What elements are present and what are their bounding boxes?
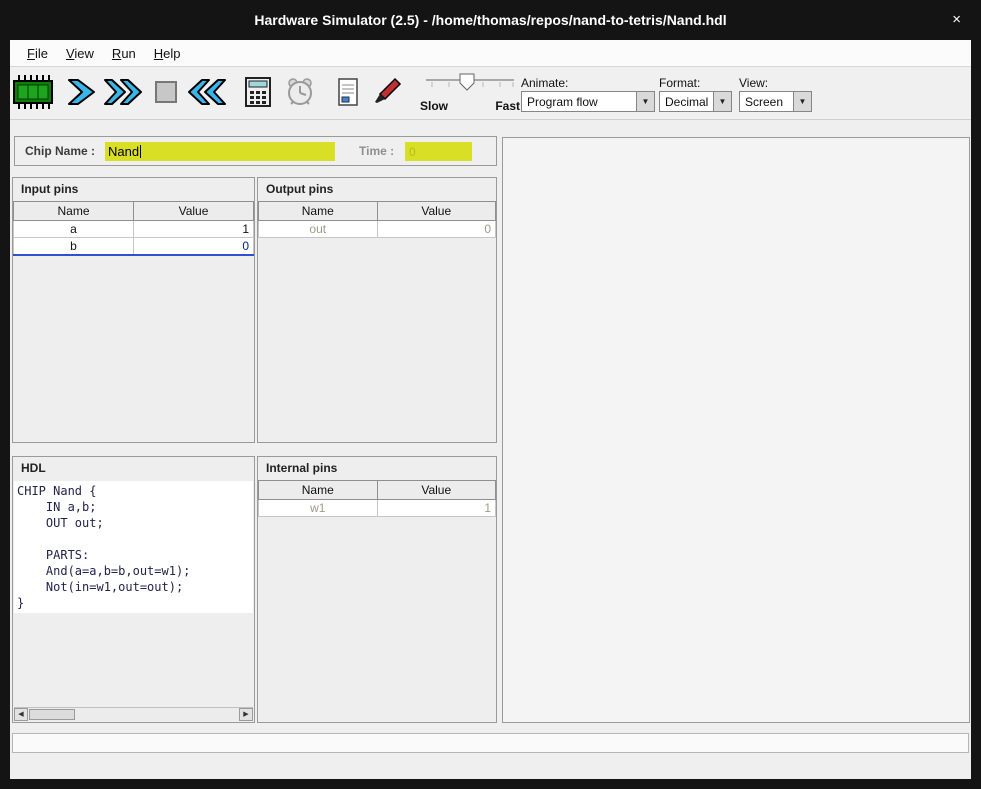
output-pins-title: Output pins <box>258 178 496 201</box>
fast-forward-button[interactable] <box>102 73 144 115</box>
internal-pins-title: Internal pins <box>258 457 496 480</box>
pin-name: a <box>14 221 134 238</box>
load-chip-icon <box>12 74 54 115</box>
table-row: out 0 <box>259 221 496 238</box>
output-pins-panel: Output pins Name Value out 0 <box>257 177 497 443</box>
chevron-down-icon[interactable]: ▼ <box>636 92 654 111</box>
pin-name: w1 <box>259 500 378 517</box>
toolbar: Slow Fast Animate: Program flow ▼ Format… <box>10 68 971 120</box>
time-display: 0 <box>405 142 472 161</box>
hdl-panel: HDL CHIP Nand { IN a,b; OUT out; PARTS: … <box>12 456 255 723</box>
menu-view[interactable]: View <box>57 42 103 65</box>
table-row: b 0 <box>14 238 254 255</box>
menu-run[interactable]: Run <box>103 42 145 65</box>
text-caret <box>140 145 141 158</box>
view-value: Screen <box>745 95 791 109</box>
column-header-name: Name <box>259 202 378 221</box>
input-pins-table: Name Value a 1 b 0 <box>13 201 254 256</box>
clock-button[interactable] <box>279 73 321 115</box>
pin-value: 0 <box>377 221 496 238</box>
menu-bar: File View Run Help <box>10 40 971 67</box>
chevron-down-icon[interactable]: ▼ <box>713 92 731 111</box>
output-pins-table: Name Value out 0 <box>258 201 496 238</box>
column-header-value: Value <box>377 202 496 221</box>
status-bar <box>12 733 969 753</box>
view-label: View: <box>739 76 768 90</box>
input-pins-title: Input pins <box>13 178 254 201</box>
chip-name-bar: Chip Name : Nand Time : 0 <box>14 136 497 166</box>
format-dropdown[interactable]: Decimal ▼ <box>659 91 732 112</box>
stop-icon <box>153 79 179 110</box>
fast-label: Fast <box>495 99 520 113</box>
speed-slider[interactable]: Slow Fast <box>416 71 522 117</box>
animate-label: Animate: <box>521 76 568 90</box>
content-area: File View Run Help <box>10 40 971 779</box>
pin-value: 1 <box>377 500 496 517</box>
input-pins-panel: Input pins Name Value a 1 b 0 <box>12 177 255 443</box>
chip-name-input[interactable]: Nand <box>105 142 335 161</box>
window-title: Hardware Simulator (2.5) - /home/thomas/… <box>0 0 981 40</box>
slow-label: Slow <box>420 99 448 113</box>
edit-button[interactable] <box>366 73 408 115</box>
pin-name: b <box>14 238 134 255</box>
rewind-icon <box>187 77 227 112</box>
column-header-value: Value <box>134 202 254 221</box>
slider-handle[interactable] <box>460 74 474 90</box>
menu-file[interactable]: File <box>18 42 57 65</box>
pin-name: out <box>259 221 378 238</box>
scroll-left-icon[interactable]: ◀ <box>14 708 28 721</box>
calculator-icon <box>243 76 273 113</box>
scroll-right-icon[interactable]: ▶ <box>239 708 253 721</box>
table-row: w1 1 <box>259 500 496 517</box>
column-header-name: Name <box>259 481 378 500</box>
hdl-title: HDL <box>13 457 254 480</box>
column-header-value: Value <box>377 481 496 500</box>
menu-help[interactable]: Help <box>145 42 190 65</box>
rewind-button[interactable] <box>186 73 228 115</box>
stop-button[interactable] <box>145 73 187 115</box>
load-script-button[interactable] <box>327 73 369 115</box>
table-row: a 1 <box>14 221 254 238</box>
horizontal-scrollbar[interactable]: ◀ ▶ <box>14 707 253 721</box>
calculator-button[interactable] <box>237 73 279 115</box>
close-icon[interactable]: × <box>952 11 961 29</box>
time-label: Time : <box>359 144 394 158</box>
single-step-icon <box>65 77 97 112</box>
animate-dropdown[interactable]: Program flow ▼ <box>521 91 655 112</box>
slider-track[interactable] <box>424 73 516 97</box>
pin-value[interactable]: 1 <box>134 221 254 238</box>
clock-icon <box>285 77 315 112</box>
chevron-down-icon[interactable]: ▼ <box>793 92 811 111</box>
edit-pen-icon <box>372 77 402 112</box>
view-dropdown[interactable]: Screen ▼ <box>739 91 812 112</box>
load-chip-button[interactable] <box>12 73 54 115</box>
title-bar: Hardware Simulator (2.5) - /home/thomas/… <box>0 0 981 40</box>
screen-view-panel <box>502 137 970 723</box>
load-script-icon <box>335 77 361 112</box>
internal-pins-table: Name Value w1 1 <box>258 480 496 517</box>
format-label: Format: <box>659 76 700 90</box>
scrollbar-thumb[interactable] <box>29 709 75 720</box>
chip-name-label: Chip Name : <box>25 144 95 158</box>
pin-value[interactable]: 0 <box>134 238 254 255</box>
app-window: Hardware Simulator (2.5) - /home/thomas/… <box>0 0 981 789</box>
animate-value: Program flow <box>527 95 634 109</box>
column-header-name: Name <box>14 202 134 221</box>
hdl-code-view: CHIP Nand { IN a,b; OUT out; PARTS: And(… <box>14 481 253 613</box>
format-value: Decimal <box>665 95 711 109</box>
single-step-button[interactable] <box>60 73 102 115</box>
chip-name-value: Nand <box>108 144 139 159</box>
internal-pins-panel: Internal pins Name Value w1 1 <box>257 456 497 723</box>
fast-forward-icon <box>103 77 143 112</box>
